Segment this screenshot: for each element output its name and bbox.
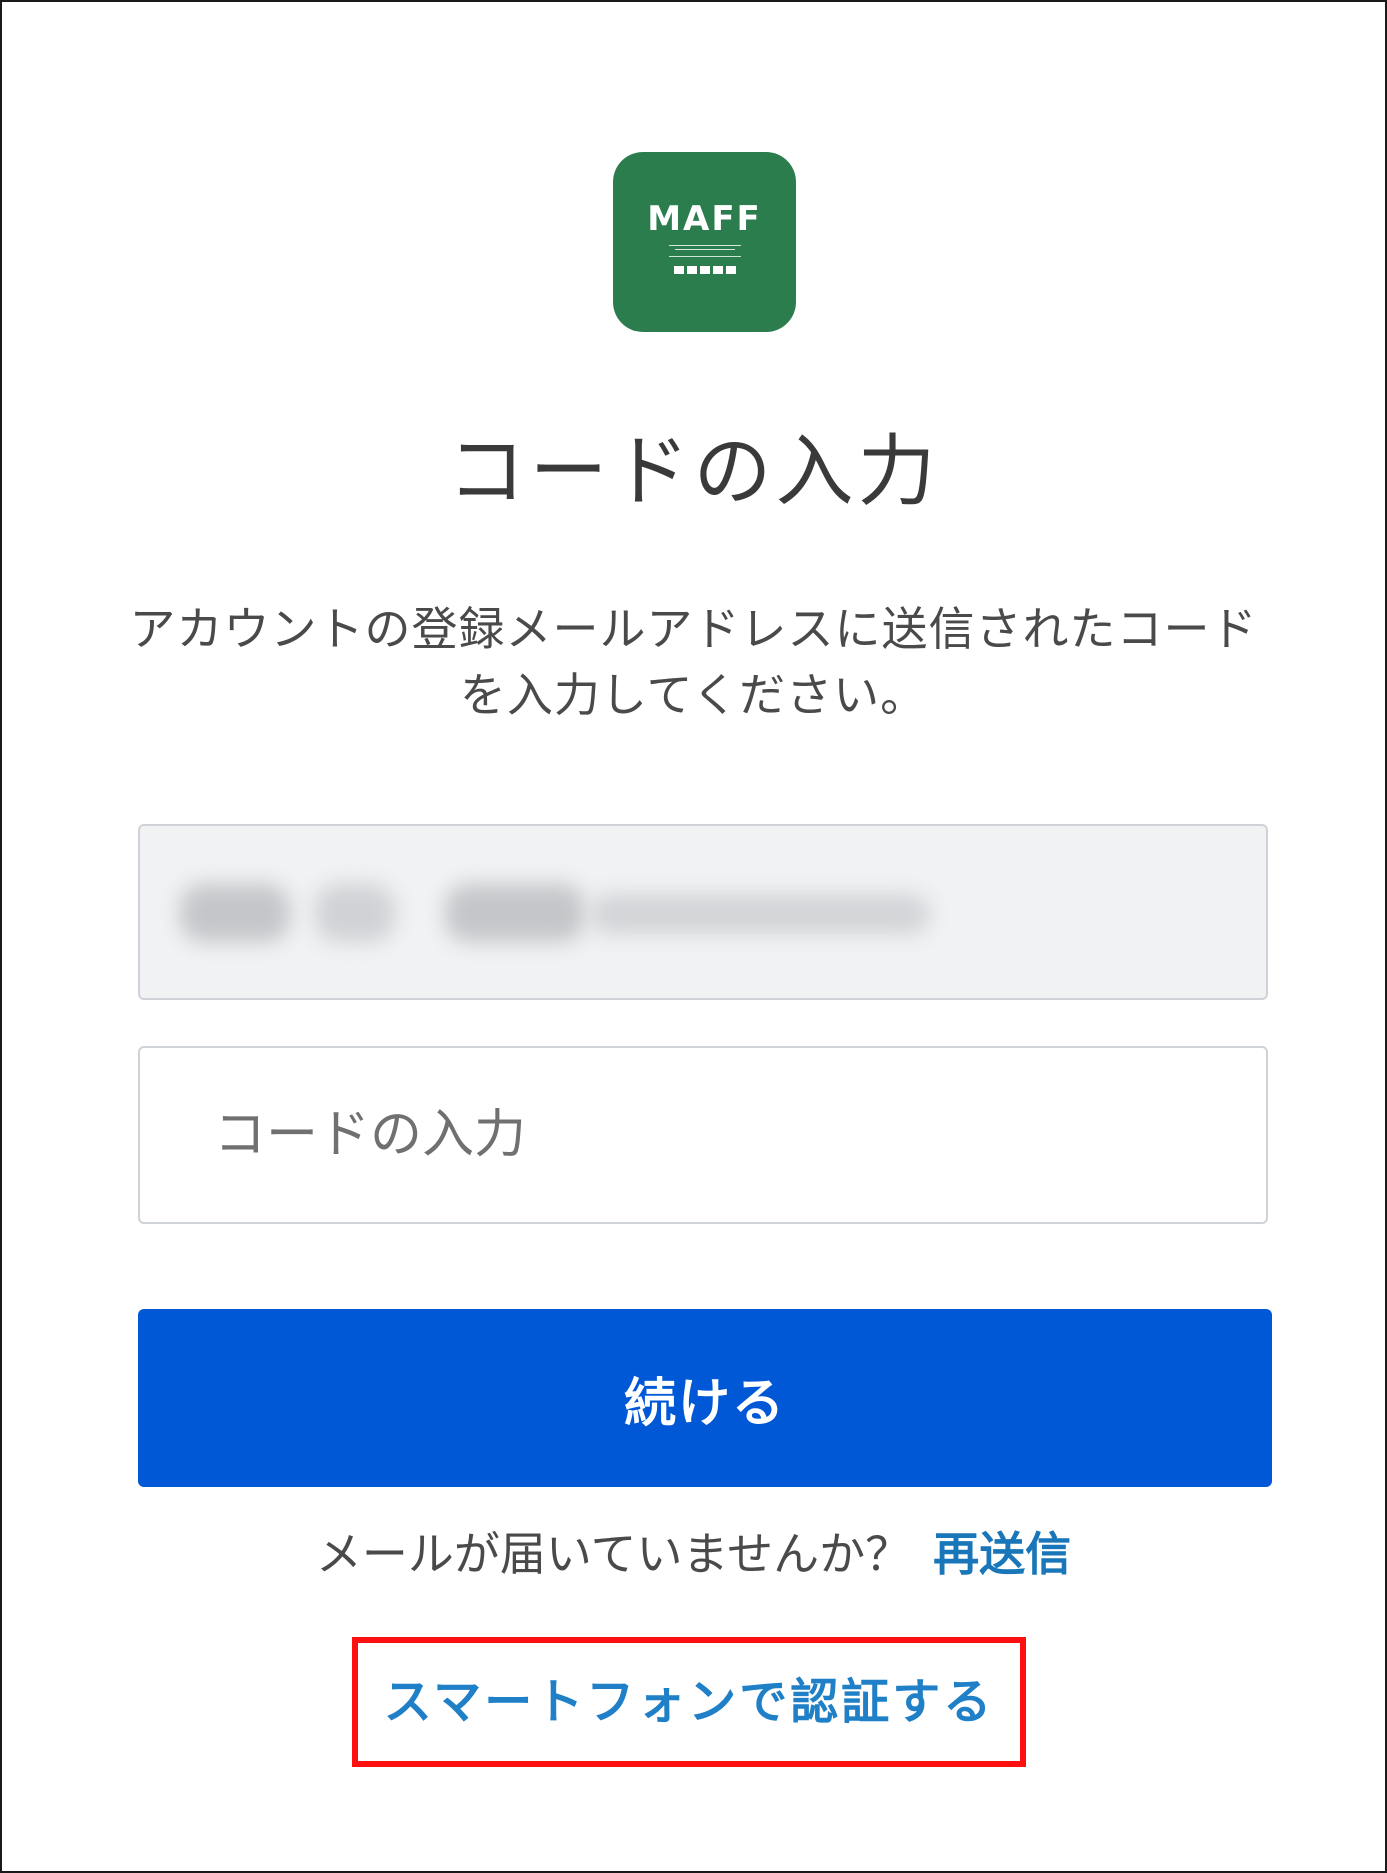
continue-button[interactable]: 続ける [138, 1309, 1272, 1487]
redacted-email-part-2 [315, 884, 395, 942]
logo-kanji [673, 265, 736, 277]
redacted-email-part-3 [445, 884, 585, 942]
smartphone-auth-link[interactable]: スマートフォンで認証する [384, 1672, 995, 1732]
resend-prompt: メールが届いていませんか？ [315, 1527, 912, 1581]
maff-logo: MAFF [613, 152, 796, 332]
redacted-email-part-4 [590, 894, 930, 934]
logo-kanji-marks [673, 265, 736, 274]
code-input[interactable] [138, 1046, 1268, 1224]
page-title: コードの入力 [447, 427, 940, 517]
logo-rule [668, 255, 741, 257]
resend-link[interactable]: 再送信 [933, 1527, 1071, 1581]
logo-wordmark: MAFF [647, 198, 762, 239]
resend-row: メールが届いていませんか？ 再送信 [0, 1524, 1387, 1584]
redacted-email-part-1 [180, 884, 290, 942]
logo-english-subtitle [668, 244, 741, 254]
email-field-readonly [138, 824, 1268, 1000]
logo-subtitle-lines [668, 244, 741, 250]
instruction-text: アカウントの登録メールアドレスに送信されたコードを入力してください。 [129, 602, 1258, 722]
highlight-annotation-box: スマートフォンで認証する [352, 1637, 1026, 1767]
